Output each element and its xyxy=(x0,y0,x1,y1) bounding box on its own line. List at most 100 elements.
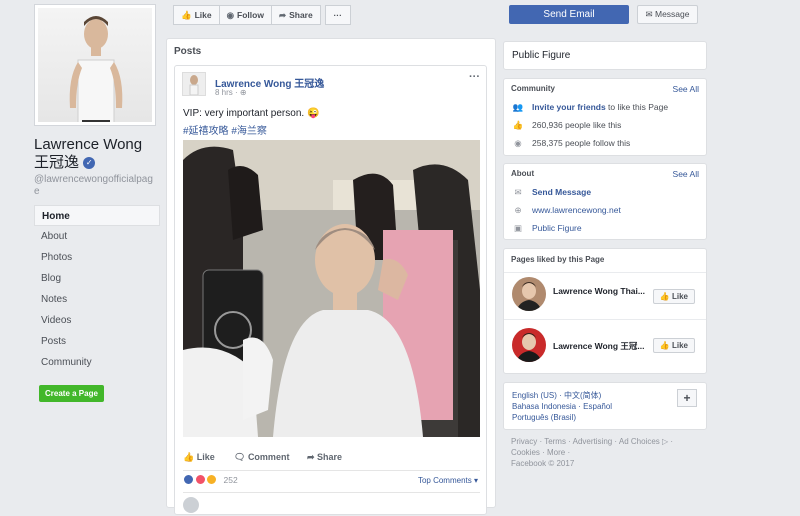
liked-page-like-button[interactable]: 👍 Like xyxy=(652,338,695,353)
language-line-1[interactable]: English (US) · 中文(简体) xyxy=(512,390,698,401)
like-reaction-icon xyxy=(183,474,194,486)
nav-item-community[interactable]: Community xyxy=(34,352,160,373)
invite-friends-link[interactable]: Invite your friends xyxy=(532,102,606,112)
post-timestamp[interactable]: 8 hrs · ⊕ xyxy=(215,88,247,97)
website-row: ⊕ www.lawrencewong.net xyxy=(504,201,706,219)
post-comment-button[interactable]: 🗨 Comment xyxy=(234,452,289,463)
tag-icon: ▣ xyxy=(513,223,523,233)
comment-composer[interactable] xyxy=(183,492,480,516)
more-options-button[interactable]: ··· xyxy=(324,5,351,25)
nav-item-videos[interactable]: Videos xyxy=(34,310,160,331)
message-button[interactable]: ✉ Message xyxy=(637,5,698,24)
community-see-all-link[interactable]: See All xyxy=(673,84,699,94)
rss-icon: ◉ xyxy=(226,10,235,20)
language-line-2[interactable]: Bahasa Indonesia · Español xyxy=(512,401,698,412)
website-link[interactable]: www.lawrencewong.net xyxy=(532,205,621,215)
invite-friends-text: to like this Page xyxy=(605,102,669,112)
user-avatar xyxy=(183,497,199,513)
follow-icon: ◉ xyxy=(514,138,522,148)
post-actions: 👍 Like 🗨 Comment ➦ Share xyxy=(183,448,480,470)
globe-icon: ⊕ xyxy=(239,88,247,97)
create-page-button[interactable]: Create a Page xyxy=(39,385,104,402)
send-message-link[interactable]: Send Message xyxy=(532,187,591,197)
about-header: About See All xyxy=(504,164,706,183)
posts-title: Posts xyxy=(174,46,202,57)
haha-reaction-icon xyxy=(206,474,218,486)
footer-line-2[interactable]: Cookies · More · xyxy=(511,447,701,458)
thumbs-up-icon: 👍 xyxy=(512,120,524,130)
about-see-all-link[interactable]: See All xyxy=(673,169,699,179)
nav-item-blog[interactable]: Blog xyxy=(34,268,160,289)
follows-count: 258,375 people follow this xyxy=(532,138,631,148)
reaction-count: 252 xyxy=(223,474,238,485)
language-line-3[interactable]: Português (Brasil) xyxy=(512,412,698,423)
nav-item-home[interactable]: Home xyxy=(34,205,160,226)
love-reaction-icon xyxy=(194,474,206,486)
language-selector: English (US) · 中文(简体) Bahasa Indonesia ·… xyxy=(503,382,707,430)
nav-item-photos[interactable]: Photos xyxy=(34,247,160,268)
footer-line-1[interactable]: Privacy · Terms · Advertising · Ad Choic… xyxy=(511,436,701,447)
like-page-label: Like xyxy=(194,10,212,20)
post-comment-label: Comment xyxy=(247,452,290,462)
liked-page-name[interactable]: Lawrence Wong 王冠... xyxy=(553,340,644,352)
left-column: Lawrence Wong 王冠逸 ✓ @lawrencewongofficia… xyxy=(34,4,160,402)
post-share-button[interactable]: ➦ Share xyxy=(307,452,342,463)
message-label: Message xyxy=(654,9,690,19)
category-card: Public Figure xyxy=(503,41,707,70)
post-like-button[interactable]: 👍 Like xyxy=(183,452,215,463)
add-language-button[interactable]: + xyxy=(677,389,697,407)
liked-page-name[interactable]: Lawrence Wong Thai... xyxy=(553,286,645,296)
liked-page-avatar[interactable] xyxy=(512,328,546,362)
likes-row: 👍 260,936 people like this xyxy=(504,116,706,134)
nav-item-about[interactable]: About xyxy=(34,226,160,247)
about-title: About xyxy=(511,169,535,178)
community-header: Community See All xyxy=(504,79,706,98)
post-hashtags[interactable]: #延禧攻略 #海兰察 xyxy=(183,122,267,137)
post-photo[interactable] xyxy=(183,140,480,437)
follows-row: ◉ 258,375 people follow this xyxy=(504,134,706,152)
liked-pages-card: Pages liked by this Page Lawrence Wong T… xyxy=(503,248,707,374)
follow-label: Follow xyxy=(237,10,264,20)
like-page-button[interactable]: 👍 Like xyxy=(173,5,220,25)
comment-icon: 🗨 xyxy=(234,452,248,462)
liked-page-like-label: Like xyxy=(671,341,688,350)
share-page-button[interactable]: ➦ Share xyxy=(271,5,321,25)
post-share-label: Share xyxy=(317,452,343,462)
post-text: VIP: very important person. 😜 xyxy=(183,108,320,119)
thumbs-up-icon: 👍 xyxy=(181,10,192,20)
send-email-button[interactable]: Send Email xyxy=(509,5,629,24)
nav-item-notes[interactable]: Notes xyxy=(34,289,160,310)
post-options-icon[interactable]: ··· xyxy=(469,71,480,83)
messenger-icon: ✉ xyxy=(645,9,655,19)
liked-page-avatar[interactable] xyxy=(512,277,546,311)
follow-button[interactable]: ◉ Follow xyxy=(219,5,272,25)
messenger-icon: ✉ xyxy=(514,187,522,197)
thumbs-up-icon: 👍 xyxy=(659,292,672,301)
invite-friends-icon: 👥 xyxy=(512,102,524,112)
post-like-label: Like xyxy=(196,452,215,462)
category-link[interactable]: Public Figure xyxy=(532,223,582,233)
thumbs-up-icon: 👍 xyxy=(183,452,197,462)
invite-friends-row: 👥 Invite your friends to like this Page xyxy=(504,98,706,116)
liked-pages-title: Pages liked by this Page xyxy=(511,255,605,264)
page-handle[interactable]: @lawrencewongofficialpage xyxy=(34,174,156,198)
profile-photo xyxy=(38,8,152,122)
page-nav: Home About Photos Blog Notes Videos Post… xyxy=(34,205,160,373)
top-comments-dropdown[interactable]: Top Comments ▾ xyxy=(418,476,478,485)
category-row: ▣ Public Figure xyxy=(504,219,706,237)
nav-item-posts[interactable]: Posts xyxy=(34,331,160,352)
post-time-text: 8 hrs · xyxy=(215,88,240,97)
verified-badge-icon: ✓ xyxy=(83,157,96,170)
share-page-label: Share xyxy=(289,10,313,20)
liked-page-like-button[interactable]: 👍 Like xyxy=(652,289,695,304)
footer-links: Privacy · Terms · Advertising · Ad Choic… xyxy=(511,436,701,469)
page-category: Public Figure xyxy=(512,50,571,61)
profile-picture[interactable] xyxy=(34,4,156,126)
reaction-summary[interactable]: 252 xyxy=(183,474,238,488)
about-card: About See All ✉ Send Message ⊕ www.lawrenc… xyxy=(503,163,707,240)
post: Lawrence Wong 王冠逸 8 hrs · ⊕ ··· VIP: ver… xyxy=(174,65,487,515)
liked-page-item: Lawrence Wong Thai... 👍 Like xyxy=(504,272,706,319)
share-arrow-icon: ➦ xyxy=(278,10,287,20)
likes-count: 260,936 people like this xyxy=(532,120,622,130)
post-author-avatar[interactable] xyxy=(182,72,206,96)
